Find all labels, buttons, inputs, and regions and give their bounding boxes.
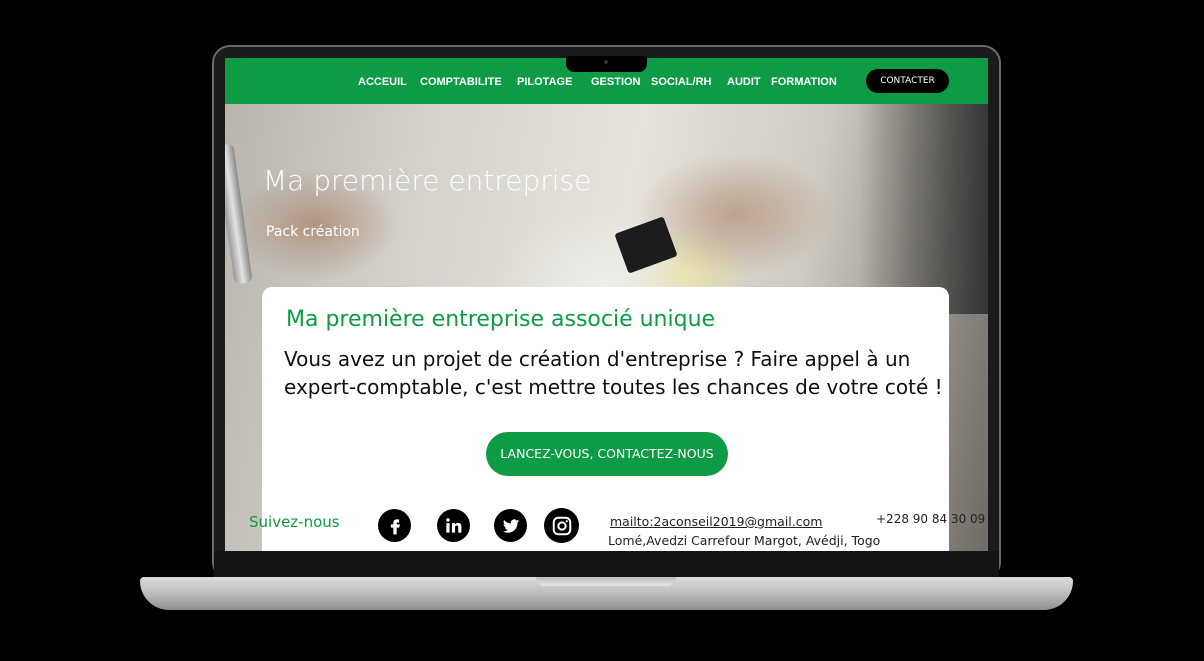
laptop-chin [214, 551, 999, 578]
nav-item-formation[interactable]: FORMATION [771, 76, 837, 88]
contact-button[interactable]: CONTACTER [866, 69, 949, 93]
nav-item-comptabilite[interactable]: COMPTABILITE [420, 76, 502, 88]
follow-us-label: Suivez-nous [249, 513, 340, 531]
phone-number: +228 90 84 30 09 [876, 512, 986, 526]
pen-image [225, 143, 253, 285]
twitter-icon[interactable] [494, 509, 527, 542]
nav-item-pilotage[interactable]: PILOTAGE [517, 76, 572, 88]
hero-shadow [858, 104, 988, 314]
camera-icon [604, 60, 608, 64]
facebook-icon[interactable] [378, 509, 411, 542]
address-text: Lomé,Avedzi Carrefour Margot, Avédji, To… [608, 533, 881, 548]
camera-notch [566, 56, 647, 72]
nav-item-audit[interactable]: AUDIT [727, 76, 761, 88]
offer-card: Ma première entreprise associé unique Vo… [262, 287, 949, 551]
laptop-base-notch [536, 577, 676, 586]
email-link[interactable]: mailto:2aconseil2019@gmail.com [610, 514, 822, 529]
card-body-text: Vous avez un projet de création d'entrep… [284, 347, 943, 399]
website-screen: ACCEUIL COMPTABILITE PILOTAGE GESTION SO… [225, 58, 988, 551]
nav-item-acceuil[interactable]: ACCEUIL [358, 76, 407, 88]
nav-item-social-rh[interactable]: SOCIAL/RH [651, 76, 712, 88]
nav-item-gestion[interactable]: GESTION [591, 76, 641, 88]
contact-us-cta-button[interactable]: LANCEZ-VOUS, CONTACTEZ-NOUS [486, 432, 728, 476]
hero-subtitle: Pack création [266, 224, 360, 240]
hero-title: Ma première entreprise [263, 164, 592, 197]
linkedin-icon[interactable] [437, 509, 470, 542]
card-title: Ma première entreprise associé unique [286, 307, 716, 332]
binder-clip-image [614, 216, 678, 274]
instagram-icon[interactable] [544, 508, 579, 543]
